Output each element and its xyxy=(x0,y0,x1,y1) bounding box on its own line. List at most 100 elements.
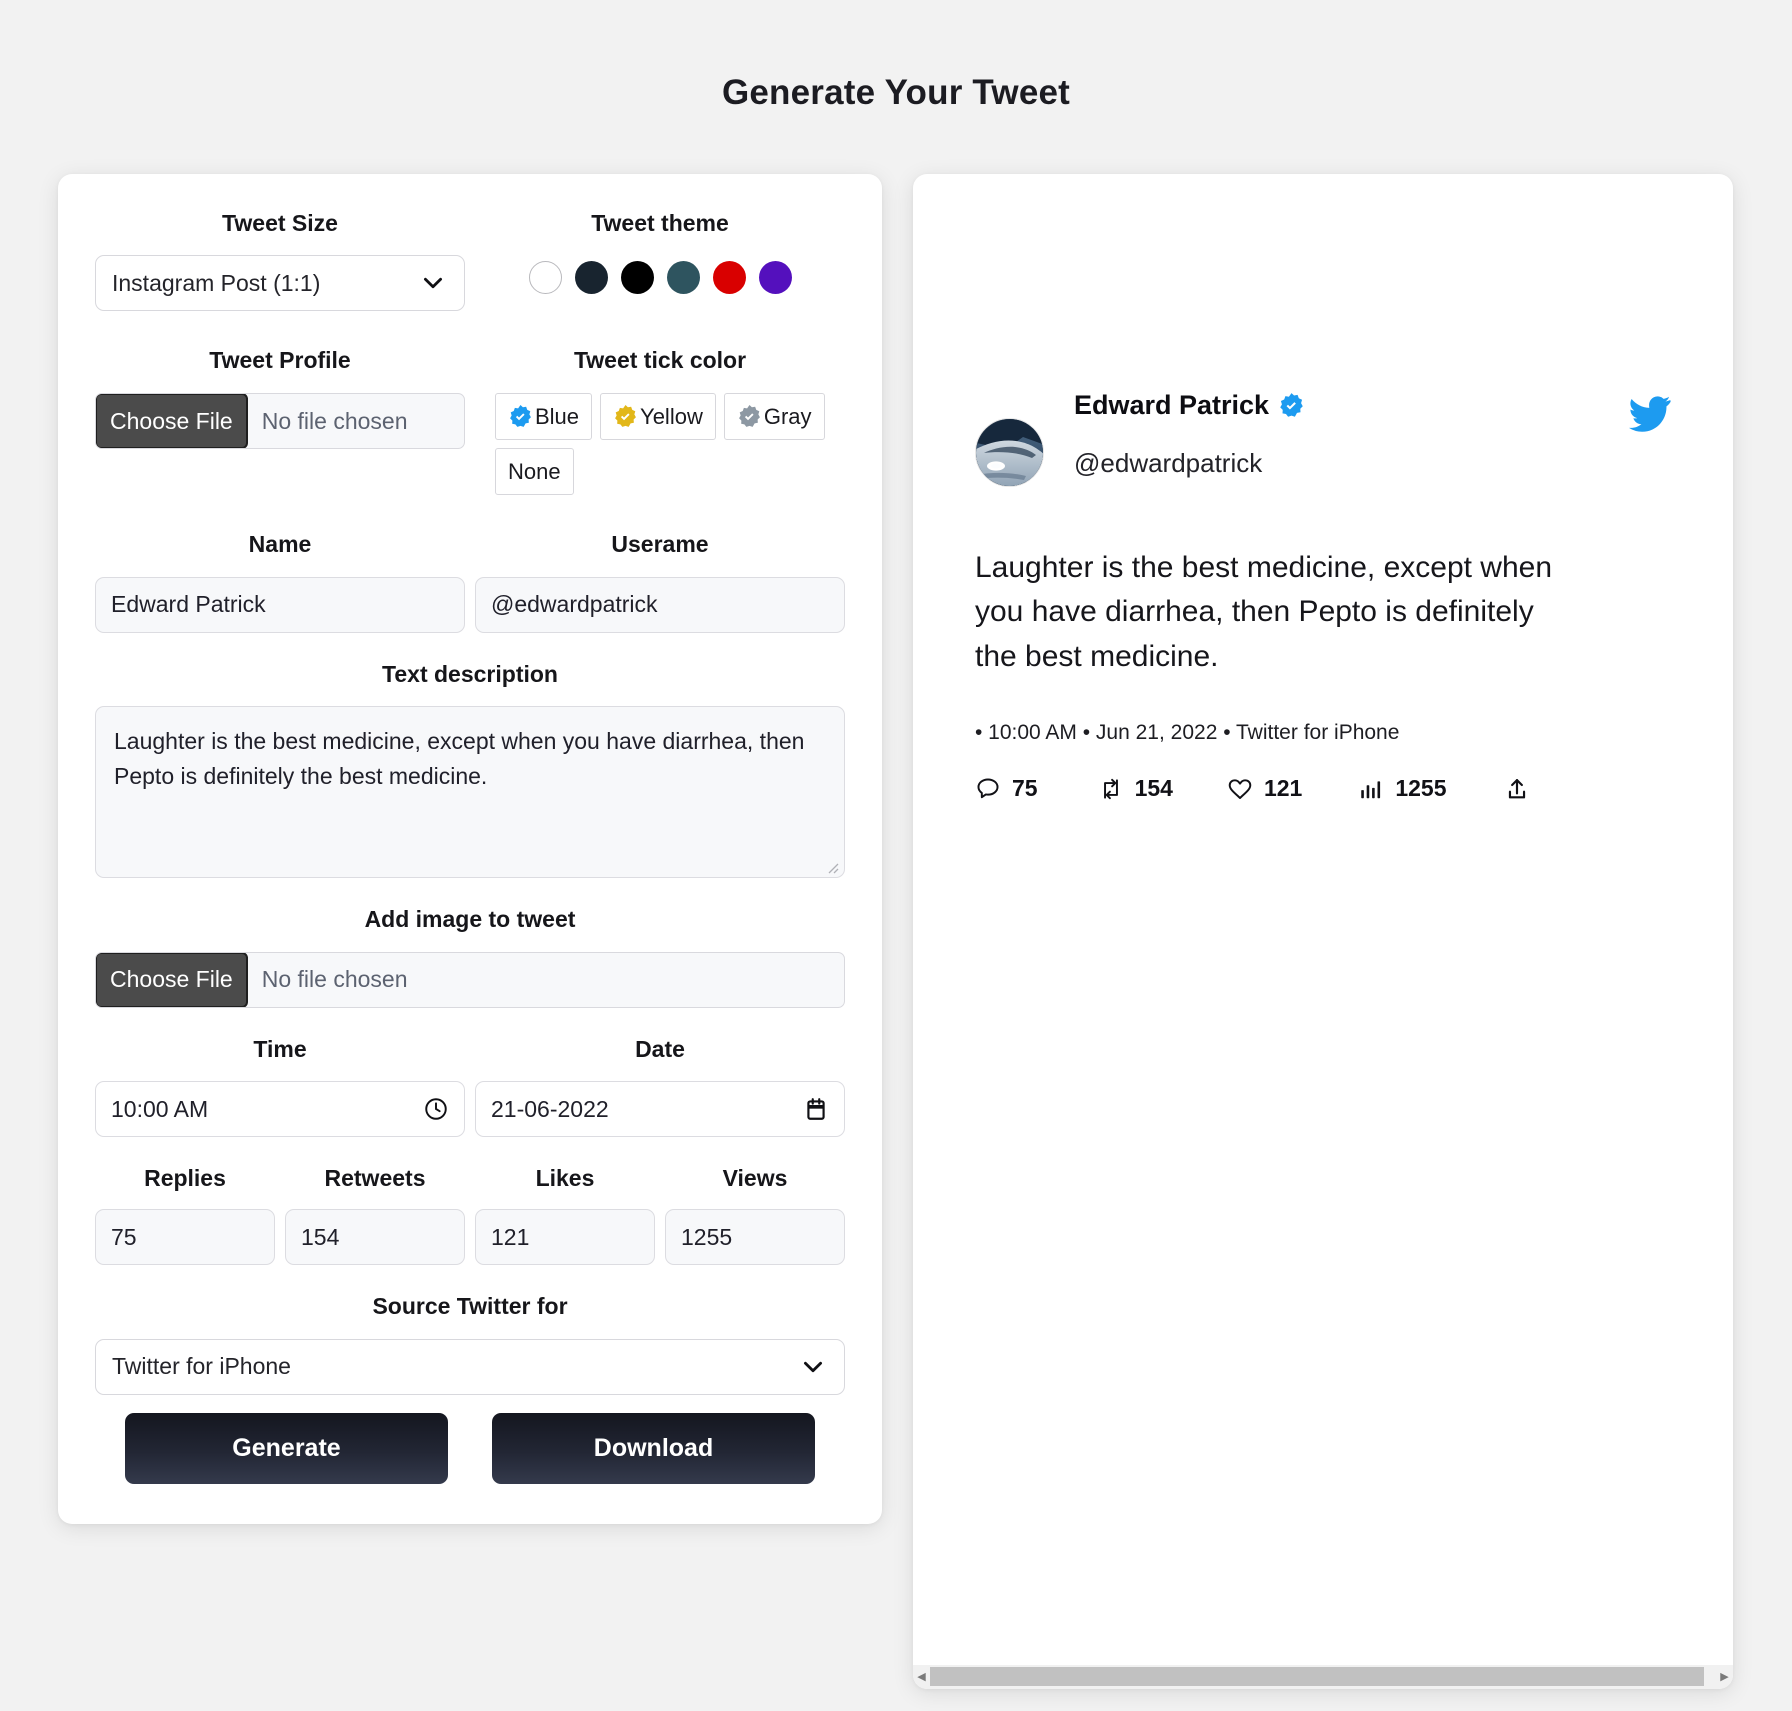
tweet-stat-share[interactable] xyxy=(1504,776,1530,802)
views-group: Views 1255 xyxy=(660,1165,850,1266)
app-root: Generate Your Tweet Tweet Size Instagram… xyxy=(0,23,1792,1711)
scroll-left-arrow-icon[interactable]: ◀ xyxy=(913,1670,930,1683)
retweet-icon xyxy=(1103,778,1118,799)
date-input-wrap: 21-06-2022 xyxy=(475,1081,845,1138)
time-date-row: Time 10:00 AM Date 21-06-2022 xyxy=(90,1036,850,1138)
name-input[interactable]: Edward Patrick xyxy=(95,576,465,633)
action-buttons: Generate Download xyxy=(90,1395,850,1484)
name-input-value: Edward Patrick xyxy=(111,591,266,618)
tweet-stat-retweets-value: 154 xyxy=(1134,775,1173,802)
tweet-form-panel: Tweet Size Instagram Post (1:1) Tweet th… xyxy=(58,173,882,1524)
time-input-wrap: 10:00 AM xyxy=(95,1081,465,1138)
theme-swatch-red[interactable] xyxy=(712,261,746,295)
replies-group: Replies 75 xyxy=(90,1165,280,1266)
tweet-profile-file-input[interactable]: Choose File No file chosen xyxy=(95,393,465,450)
theme-swatch-white[interactable] xyxy=(528,261,562,295)
tick-option-yellow[interactable]: Yellow xyxy=(600,393,716,441)
views-input[interactable]: 1255 xyxy=(665,1209,845,1266)
tweet-stat-views[interactable]: 1255 xyxy=(1358,775,1447,802)
clock-icon[interactable] xyxy=(423,1096,449,1122)
page-title: Generate Your Tweet xyxy=(721,73,1071,113)
avatar-car-image xyxy=(976,418,1043,486)
verified-badge-icon xyxy=(738,405,760,427)
heart-icon xyxy=(1228,778,1252,799)
tweet-meta: • 10:00 AM • Jun 21, 2022 • Twitter for … xyxy=(975,721,1400,745)
name-group: Name Edward Patrick xyxy=(90,531,470,633)
tweet-card: Edward Patrick @edwardpatrick Laughter i… xyxy=(913,174,1733,802)
choose-file-button-image[interactable]: Choose File xyxy=(96,952,248,1007)
retweets-label: Retweets xyxy=(324,1165,426,1192)
replies-input-value: 75 xyxy=(111,1223,137,1250)
chevron-down-icon xyxy=(420,270,446,296)
tick-option-yellow-label: Yellow xyxy=(640,403,703,429)
verified-badge-icon xyxy=(615,405,636,427)
scrollbar-track[interactable] xyxy=(930,1665,1716,1689)
retweets-group: Retweets 154 xyxy=(280,1165,470,1266)
generate-button[interactable]: Generate xyxy=(125,1412,448,1484)
tweet-stat-likes[interactable]: 121 xyxy=(1227,775,1302,802)
tweet-display-name: Edward Patrick xyxy=(1074,389,1270,420)
time-group: Time 10:00 AM xyxy=(90,1036,470,1138)
calendar-icon[interactable] xyxy=(803,1096,829,1122)
tweet-profile-group: Tweet Profile Choose File No file chosen xyxy=(90,347,470,495)
choose-file-button-profile[interactable]: Choose File xyxy=(96,394,248,449)
tweet-stat-views-value: 1255 xyxy=(1395,775,1447,802)
theme-swatch-purple[interactable] xyxy=(758,261,792,295)
avatar xyxy=(975,417,1044,487)
likes-input[interactable]: 121 xyxy=(475,1209,655,1266)
download-button[interactable]: Download xyxy=(492,1412,815,1484)
date-label: Date xyxy=(635,1035,685,1062)
theme-swatch-teal[interactable] xyxy=(666,261,700,295)
time-input-value: 10:00 AM xyxy=(111,1095,209,1122)
tweet-header: Edward Patrick @edwardpatrick xyxy=(975,388,1671,487)
preview-horizontal-scrollbar[interactable]: ◀ ▶ xyxy=(913,1664,1733,1689)
tweet-body-text: Laughter is the best medicine, except wh… xyxy=(975,550,1553,673)
username-group: Userame @edwardpatrick xyxy=(470,531,850,633)
text-description-textarea[interactable]: Laughter is the best medicine, except wh… xyxy=(95,706,845,879)
tick-option-none[interactable]: None xyxy=(495,448,574,496)
retweets-input[interactable]: 154 xyxy=(285,1209,465,1266)
resize-handle-icon[interactable] xyxy=(825,860,839,874)
text-description-group: Text description Laughter is the best me… xyxy=(90,661,850,879)
time-input[interactable]: 10:00 AM xyxy=(95,1081,465,1138)
tweet-stat-retweets[interactable]: 154 xyxy=(1098,775,1173,802)
tweet-stats-row: 75 154 121 1255 xyxy=(975,775,1671,802)
scroll-right-arrow-icon[interactable]: ▶ xyxy=(1716,1670,1733,1683)
share-icon xyxy=(1508,778,1525,798)
tick-color-group: Tweet tick color Blue Yellow Gray None xyxy=(470,347,850,496)
main-columns: Tweet Size Instagram Post (1:1) Tweet th… xyxy=(0,137,1792,1689)
source-group: Source Twitter for Twitter for iPhone xyxy=(90,1293,850,1395)
tweet-profile-label: Tweet Profile xyxy=(209,347,351,374)
views-input-value: 1255 xyxy=(681,1223,733,1250)
tick-option-gray-label: Gray xyxy=(763,403,812,429)
time-label: Time xyxy=(253,1035,307,1062)
replies-input[interactable]: 75 xyxy=(95,1209,275,1266)
tweet-theme-label: Tweet theme xyxy=(591,209,729,236)
theme-swatch-black[interactable] xyxy=(620,261,654,295)
views-label: Views xyxy=(722,1165,788,1192)
tweet-display-name-line: Edward Patrick xyxy=(1074,388,1305,419)
source-select-value: Twitter for iPhone xyxy=(112,1353,291,1380)
bar-chart-icon xyxy=(1361,780,1381,798)
scrollbar-thumb[interactable] xyxy=(930,1666,1705,1686)
tweet-stat-replies[interactable]: 75 xyxy=(975,775,1038,802)
tick-color-label: Tweet tick color xyxy=(573,347,747,374)
tweet-size-select[interactable]: Instagram Post (1:1) xyxy=(95,255,465,312)
date-input[interactable]: 21-06-2022 xyxy=(475,1081,845,1138)
name-username-row: Name Edward Patrick Userame @edwardpatri… xyxy=(90,531,850,633)
tick-option-gray[interactable]: Gray xyxy=(723,393,825,441)
add-image-file-input[interactable]: Choose File No file chosen xyxy=(95,951,845,1008)
tweet-size-label: Tweet Size xyxy=(222,209,338,236)
retweets-input-value: 154 xyxy=(301,1223,340,1250)
chevron-down-icon xyxy=(800,1354,826,1380)
profile-file-status: No file chosen xyxy=(261,407,408,434)
tick-option-none-label: None xyxy=(508,458,561,484)
source-select[interactable]: Twitter for iPhone xyxy=(95,1338,845,1395)
theme-swatch-dark-navy[interactable] xyxy=(574,261,608,295)
username-input[interactable]: @edwardpatrick xyxy=(475,576,845,633)
source-label: Source Twitter for xyxy=(372,1293,568,1320)
add-image-label: Add image to tweet xyxy=(364,906,576,933)
stats-row: Replies 75 Retweets 154 Likes 121 Views … xyxy=(90,1165,850,1266)
tick-option-blue[interactable]: Blue xyxy=(495,393,593,441)
username-label: Userame xyxy=(611,531,709,558)
